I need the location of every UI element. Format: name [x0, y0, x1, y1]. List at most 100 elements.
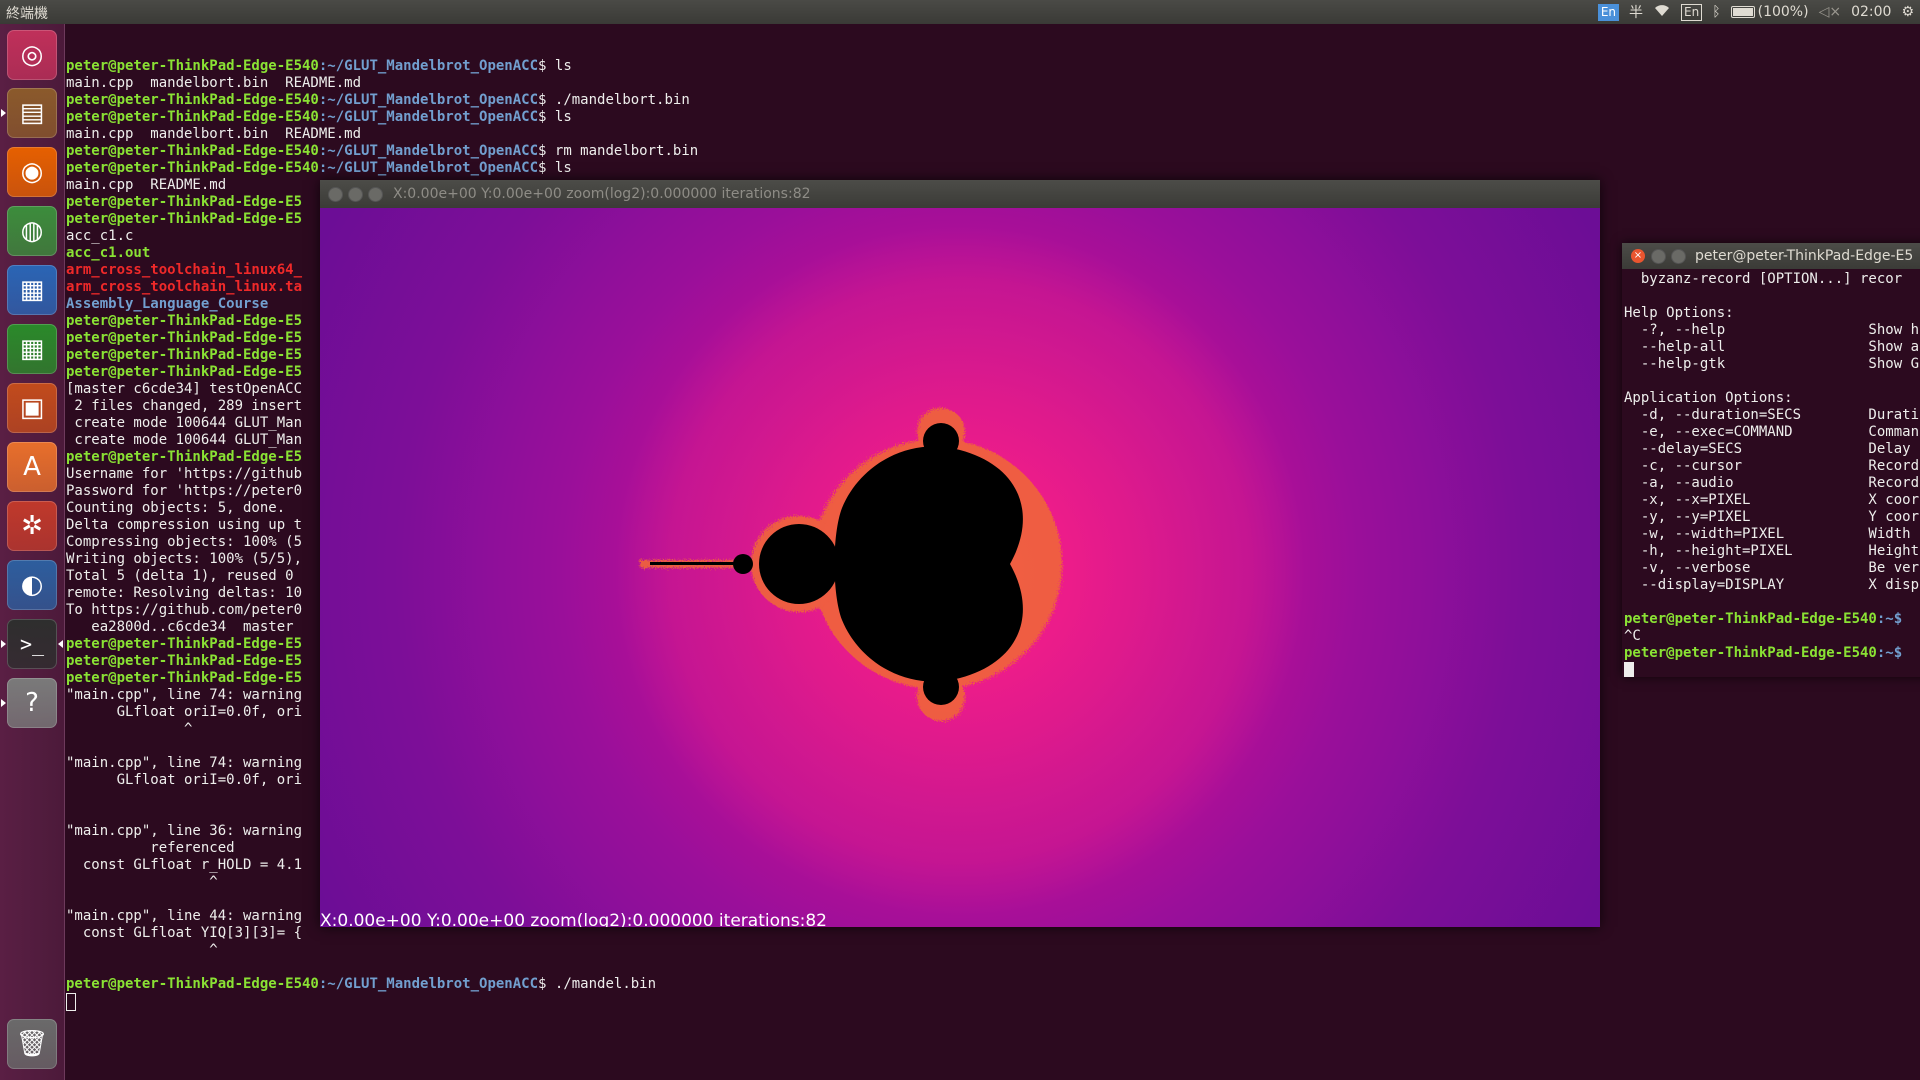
launcher-impress-button[interactable]: ▣	[7, 383, 57, 433]
launcher-globe-button[interactable]: ◐	[7, 560, 57, 610]
input-method-indicator[interactable]: En	[1597, 3, 1620, 21]
input-mode-indicator[interactable]: 半	[1629, 2, 1643, 22]
command-text: $ ls	[538, 109, 572, 125]
launcher-firefox-button[interactable]: ◉	[7, 147, 57, 197]
output-text: "main.cpp", line 36: warning	[66, 823, 303, 839]
mandelbrot-window-titlebar[interactable]: X:0.00e+00 Y:0.00e+00 zoom(log2):0.00000…	[320, 180, 1600, 208]
prompt-path: :~$	[1876, 611, 1903, 627]
launcher-system-settings-button[interactable]: ✲	[7, 501, 57, 551]
output-text: acc_c1.c	[66, 228, 134, 244]
output-text: Help Options:	[1624, 305, 1734, 321]
battery-percent: (100%)	[1757, 4, 1809, 20]
prompt-user: peter@peter-ThinkPad-Edge-E5	[66, 347, 303, 363]
wifi-icon[interactable]	[1653, 3, 1671, 21]
launcher-terminal-button[interactable]: >_	[1, 619, 63, 669]
terminal-line: peter@peter-ThinkPad-Edge-E540:~/GLUT_Ma…	[66, 976, 1920, 993]
maximize-button[interactable]	[1671, 249, 1686, 264]
launcher-software-center-button[interactable]: A	[7, 442, 57, 492]
output-text: referenced	[66, 840, 235, 856]
output-text: -c, --cursor Record	[1624, 458, 1920, 474]
close-icon[interactable]: ×	[1631, 249, 1645, 263]
terminal-line: -h, --height=PIXEL Height	[1624, 543, 1920, 560]
output-text: --help-all Show a	[1624, 339, 1920, 355]
volume-muted-icon[interactable]: ◁×	[1819, 4, 1842, 20]
output-text: -w, --width=PIXEL Width	[1624, 526, 1911, 542]
active-app-title: 終端機	[6, 6, 48, 22]
terminal-icon: >_	[19, 632, 45, 656]
command-text: $ ./mandel.bin	[538, 976, 657, 992]
help-icon: ?	[25, 688, 39, 718]
output-text: --display=DISPLAY X disp	[1624, 577, 1920, 593]
dash-icon: ◎	[20, 40, 44, 70]
launcher-files-button[interactable]: ▤	[1, 88, 57, 138]
globe-icon: ◐	[20, 570, 44, 600]
output-text: Password for 'https://peter0	[66, 483, 303, 499]
terminal-line: -x, --x=PIXEL X coor	[1624, 492, 1920, 509]
minimize-button[interactable]	[348, 187, 363, 202]
terminal-line: --delay=SECS Delay	[1624, 441, 1920, 458]
byzanz-terminal-window[interactable]: × peter@peter-ThinkPad-Edge-E5 byzanz-re…	[1622, 243, 1920, 677]
trash-icon: 🗑	[15, 1029, 49, 1059]
chrome-icon: ◍	[20, 216, 44, 246]
terminal-line: peter@peter-ThinkPad-Edge-E540:~/GLUT_Ma…	[66, 109, 1920, 126]
battery-indicator[interactable]: (100%)	[1730, 4, 1809, 20]
prompt-path: :~/GLUT_Mandelbrot_OpenACC	[318, 109, 539, 125]
terminal-line: main.cpp mandelbort.bin README.md	[66, 126, 1920, 143]
output-text: To https://github.com/peter0	[66, 602, 303, 618]
firefox-icon: ◉	[20, 157, 44, 187]
prompt-path: :~/GLUT_Mandelbrot_OpenACC	[318, 160, 539, 176]
output-text: GLfloat oriI=0.0f, ori	[66, 772, 303, 788]
output-text: Application Options:	[1624, 390, 1793, 406]
settings-gear-icon[interactable]: ⚙	[1901, 4, 1914, 20]
launcher-dash-button[interactable]: ◎	[7, 30, 57, 80]
launcher-help-button[interactable]: ?	[1, 678, 57, 728]
output-text: main.cpp mandelbort.bin README.md	[66, 126, 362, 142]
byzanz-terminal-titlebar[interactable]: × peter@peter-ThinkPad-Edge-E5	[1622, 243, 1920, 269]
maximize-button[interactable]	[368, 187, 383, 202]
byzanz-terminal-title: peter@peter-ThinkPad-Edge-E5	[1695, 248, 1914, 264]
output-text: Total 5 (delta 1), reused 0	[66, 568, 294, 584]
byzanz-terminal-body[interactable]: byzanz-record [OPTION...] recor Help Opti…	[1622, 269, 1920, 677]
terminal-line: ^C	[1624, 628, 1920, 645]
minimize-button[interactable]	[1651, 249, 1666, 264]
terminal-line: const GLfloat YIQ[3][3]= {	[66, 925, 1920, 942]
output-text: -e, --exec=COMMAND Comman	[1624, 424, 1920, 440]
terminal-line: -a, --audio Record	[1624, 475, 1920, 492]
prompt-user: peter@peter-ThinkPad-Edge-E5	[66, 653, 303, 669]
system-settings-icon: ✲	[21, 511, 43, 541]
mandelbrot-window[interactable]: X:0.00e+00 Y:0.00e+00 zoom(log2):0.00000…	[320, 180, 1600, 927]
impress-icon: ▣	[19, 393, 45, 423]
output-text: "main.cpp", line 44: warning	[66, 908, 303, 924]
launcher-chrome-button[interactable]: ◍	[7, 206, 57, 256]
keyboard-layout-indicator[interactable]: En	[1681, 3, 1703, 21]
terminal-cursor	[1624, 662, 1634, 677]
output-text: byzanz-record [OPTION...] recor	[1624, 271, 1903, 287]
output-text: --help-gtk Show G	[1624, 356, 1920, 372]
mandelbrot-window-title: X:0.00e+00 Y:0.00e+00 zoom(log2):0.00000…	[393, 186, 811, 202]
launcher-calc-button[interactable]: ▦	[7, 324, 57, 374]
terminal-line: peter@peter-ThinkPad-Edge-E540:~/GLUT_Ma…	[66, 58, 1920, 75]
output-text: main.cpp README.md	[66, 177, 227, 193]
mandelbrot-canvas[interactable]: X:0.00e+00 Y:0.00e+00 zoom(log2):0.00000…	[320, 208, 1600, 927]
terminal-line: peter@peter-ThinkPad-Edge-E540:~$	[1624, 611, 1920, 628]
terminal-line	[1624, 662, 1920, 677]
clock[interactable]: 02:00	[1851, 4, 1891, 20]
bluetooth-icon[interactable]: ᛒ	[1712, 4, 1720, 20]
prompt-user: peter@peter-ThinkPad-Edge-E540	[66, 58, 319, 74]
output-text: main.cpp mandelbort.bin README.md	[66, 75, 362, 91]
launcher-writer-button[interactable]: ▦	[7, 265, 57, 315]
output-text: Username for 'https://github	[66, 466, 303, 482]
terminal-line: peter@peter-ThinkPad-Edge-E540:~/GLUT_Ma…	[66, 143, 1920, 160]
prompt-user: peter@peter-ThinkPad-Edge-E540	[66, 143, 319, 159]
launcher-trash-button[interactable]: 🗑	[7, 1019, 57, 1069]
terminal-line: --help-all Show a	[1624, 339, 1920, 356]
terminal-line: -y, --y=PIXEL Y coor	[1624, 509, 1920, 526]
output-text: [master c6cde34] testOpenACC	[66, 381, 303, 397]
terminal-line: Application Options:	[1624, 390, 1920, 407]
output-text: ^	[66, 721, 193, 737]
close-button[interactable]	[328, 187, 343, 202]
